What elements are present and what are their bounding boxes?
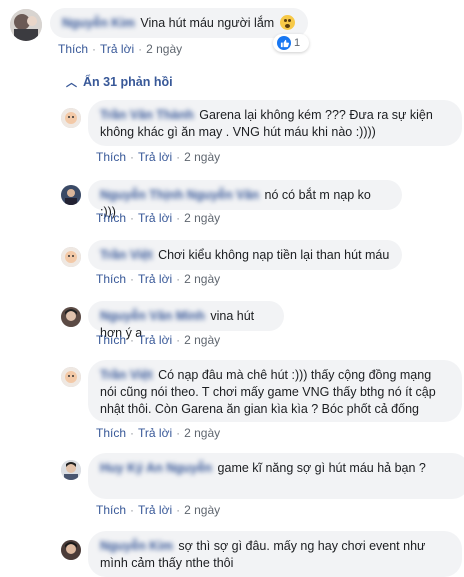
reply-bubble: Nguyễn Thịnh Nguyễn Văn nó có bắt m nạp … <box>88 180 402 219</box>
reply-author[interactable]: Nguyễn Kim <box>100 538 173 555</box>
reply-actions: Thích · Trả lời · 2 ngày <box>96 272 221 286</box>
avatar[interactable] <box>61 307 81 327</box>
reply-bubble: Trần Văn Thành Garena lại không kém ??? … <box>88 100 462 146</box>
reply-button[interactable]: Trả lời <box>138 503 172 517</box>
reaction-count: 1 <box>294 37 301 49</box>
avatar[interactable] <box>61 367 81 387</box>
reply-bubble: Nguyễn Văn Minh vina hút hơn ý a <box>88 301 284 340</box>
like-button[interactable]: Thích <box>96 150 126 164</box>
timestamp[interactable]: 2 ngày <box>184 272 220 286</box>
avatar[interactable] <box>61 460 81 480</box>
avatar[interactable] <box>10 9 42 41</box>
like-button[interactable]: Thích <box>96 211 126 225</box>
reply-author[interactable]: Nguyễn Văn Minh <box>100 308 205 325</box>
comment-bubble: Nguyễn Kim Vina hút máu người lắm <box>50 8 308 38</box>
like-icon <box>277 36 291 50</box>
reply-bubble: Trần Việt Có nạp đâu mà chê hút :))) thấ… <box>88 360 462 422</box>
reply-button[interactable]: Trả lời <box>138 426 172 440</box>
reply-bubble: Huy Ký An Nguyễn game kĩ năng sợ gì hút … <box>88 453 464 499</box>
crying-face-icon <box>279 15 295 30</box>
hide-replies-label: Ẩn 31 phản hồi <box>83 75 173 89</box>
timestamp[interactable]: 2 ngày <box>184 333 220 347</box>
reply-actions: Thích · Trả lời · 2 ngày <box>96 426 221 440</box>
reply-author[interactable]: Nguyễn Thịnh Nguyễn Văn <box>100 187 259 204</box>
comment-author[interactable]: Nguyễn Kim <box>62 15 135 32</box>
reaction-summary[interactable]: 1 <box>273 34 309 52</box>
avatar[interactable] <box>61 185 81 205</box>
reply-actions: Thích · Trả lời · 2 ngày <box>96 503 221 517</box>
comment-text: Vina hút máu người lắm <box>140 16 275 30</box>
reply-button[interactable]: Trả lời <box>138 211 172 225</box>
reply-author[interactable]: Trần Việt <box>100 367 153 384</box>
comment-actions: Thích · Trả lời · 2 ngày <box>58 42 183 56</box>
avatar[interactable] <box>61 108 81 128</box>
reply-author[interactable]: Huy Ký An Nguyễn <box>100 460 212 477</box>
reply-actions: Thích · Trả lời · 2 ngày <box>96 333 221 347</box>
reply-button[interactable]: Trả lời <box>100 42 134 56</box>
like-button[interactable]: Thích <box>96 426 126 440</box>
reply-bubble: Trần Việt Chơi kiểu không nạp tiền lại t… <box>88 240 402 270</box>
reply-author[interactable]: Trần Văn Thành <box>100 107 194 124</box>
reply-author[interactable]: Trần Việt <box>100 247 153 264</box>
reply-button[interactable]: Trả lời <box>138 150 172 164</box>
like-button[interactable]: Thích <box>96 333 126 347</box>
hide-replies-toggle[interactable]: ︿ Ẩn 31 phản hồi <box>66 74 173 90</box>
reply-button[interactable]: Trả lời <box>138 333 172 347</box>
like-button[interactable]: Thích <box>96 503 126 517</box>
timestamp[interactable]: 2 ngày <box>184 150 220 164</box>
avatar[interactable] <box>61 247 81 267</box>
chevron-up-icon: ︿ <box>66 77 77 89</box>
like-button[interactable]: Thích <box>96 272 126 286</box>
like-button[interactable]: Thích <box>58 42 88 56</box>
reply-button[interactable]: Trả lời <box>138 272 172 286</box>
reply-bubble: Nguyễn Kim sợ thì sợ gì đâu. mấy ng hay … <box>88 531 462 577</box>
reply-actions: Thích · Trả lời · 2 ngày <box>96 211 221 225</box>
timestamp[interactable]: 2 ngày <box>184 503 220 517</box>
reply-text: Chơi kiểu không nạp tiền lại than hút má… <box>158 248 390 262</box>
reply-text: game kĩ năng sợ gì hút máu hả bạn ? <box>217 461 426 475</box>
reply-actions: Thích · Trả lời · 2 ngày <box>96 150 221 164</box>
timestamp[interactable]: 2 ngày <box>184 426 220 440</box>
timestamp[interactable]: 2 ngày <box>184 211 220 225</box>
avatar[interactable] <box>61 540 81 560</box>
timestamp[interactable]: 2 ngày <box>146 42 182 56</box>
